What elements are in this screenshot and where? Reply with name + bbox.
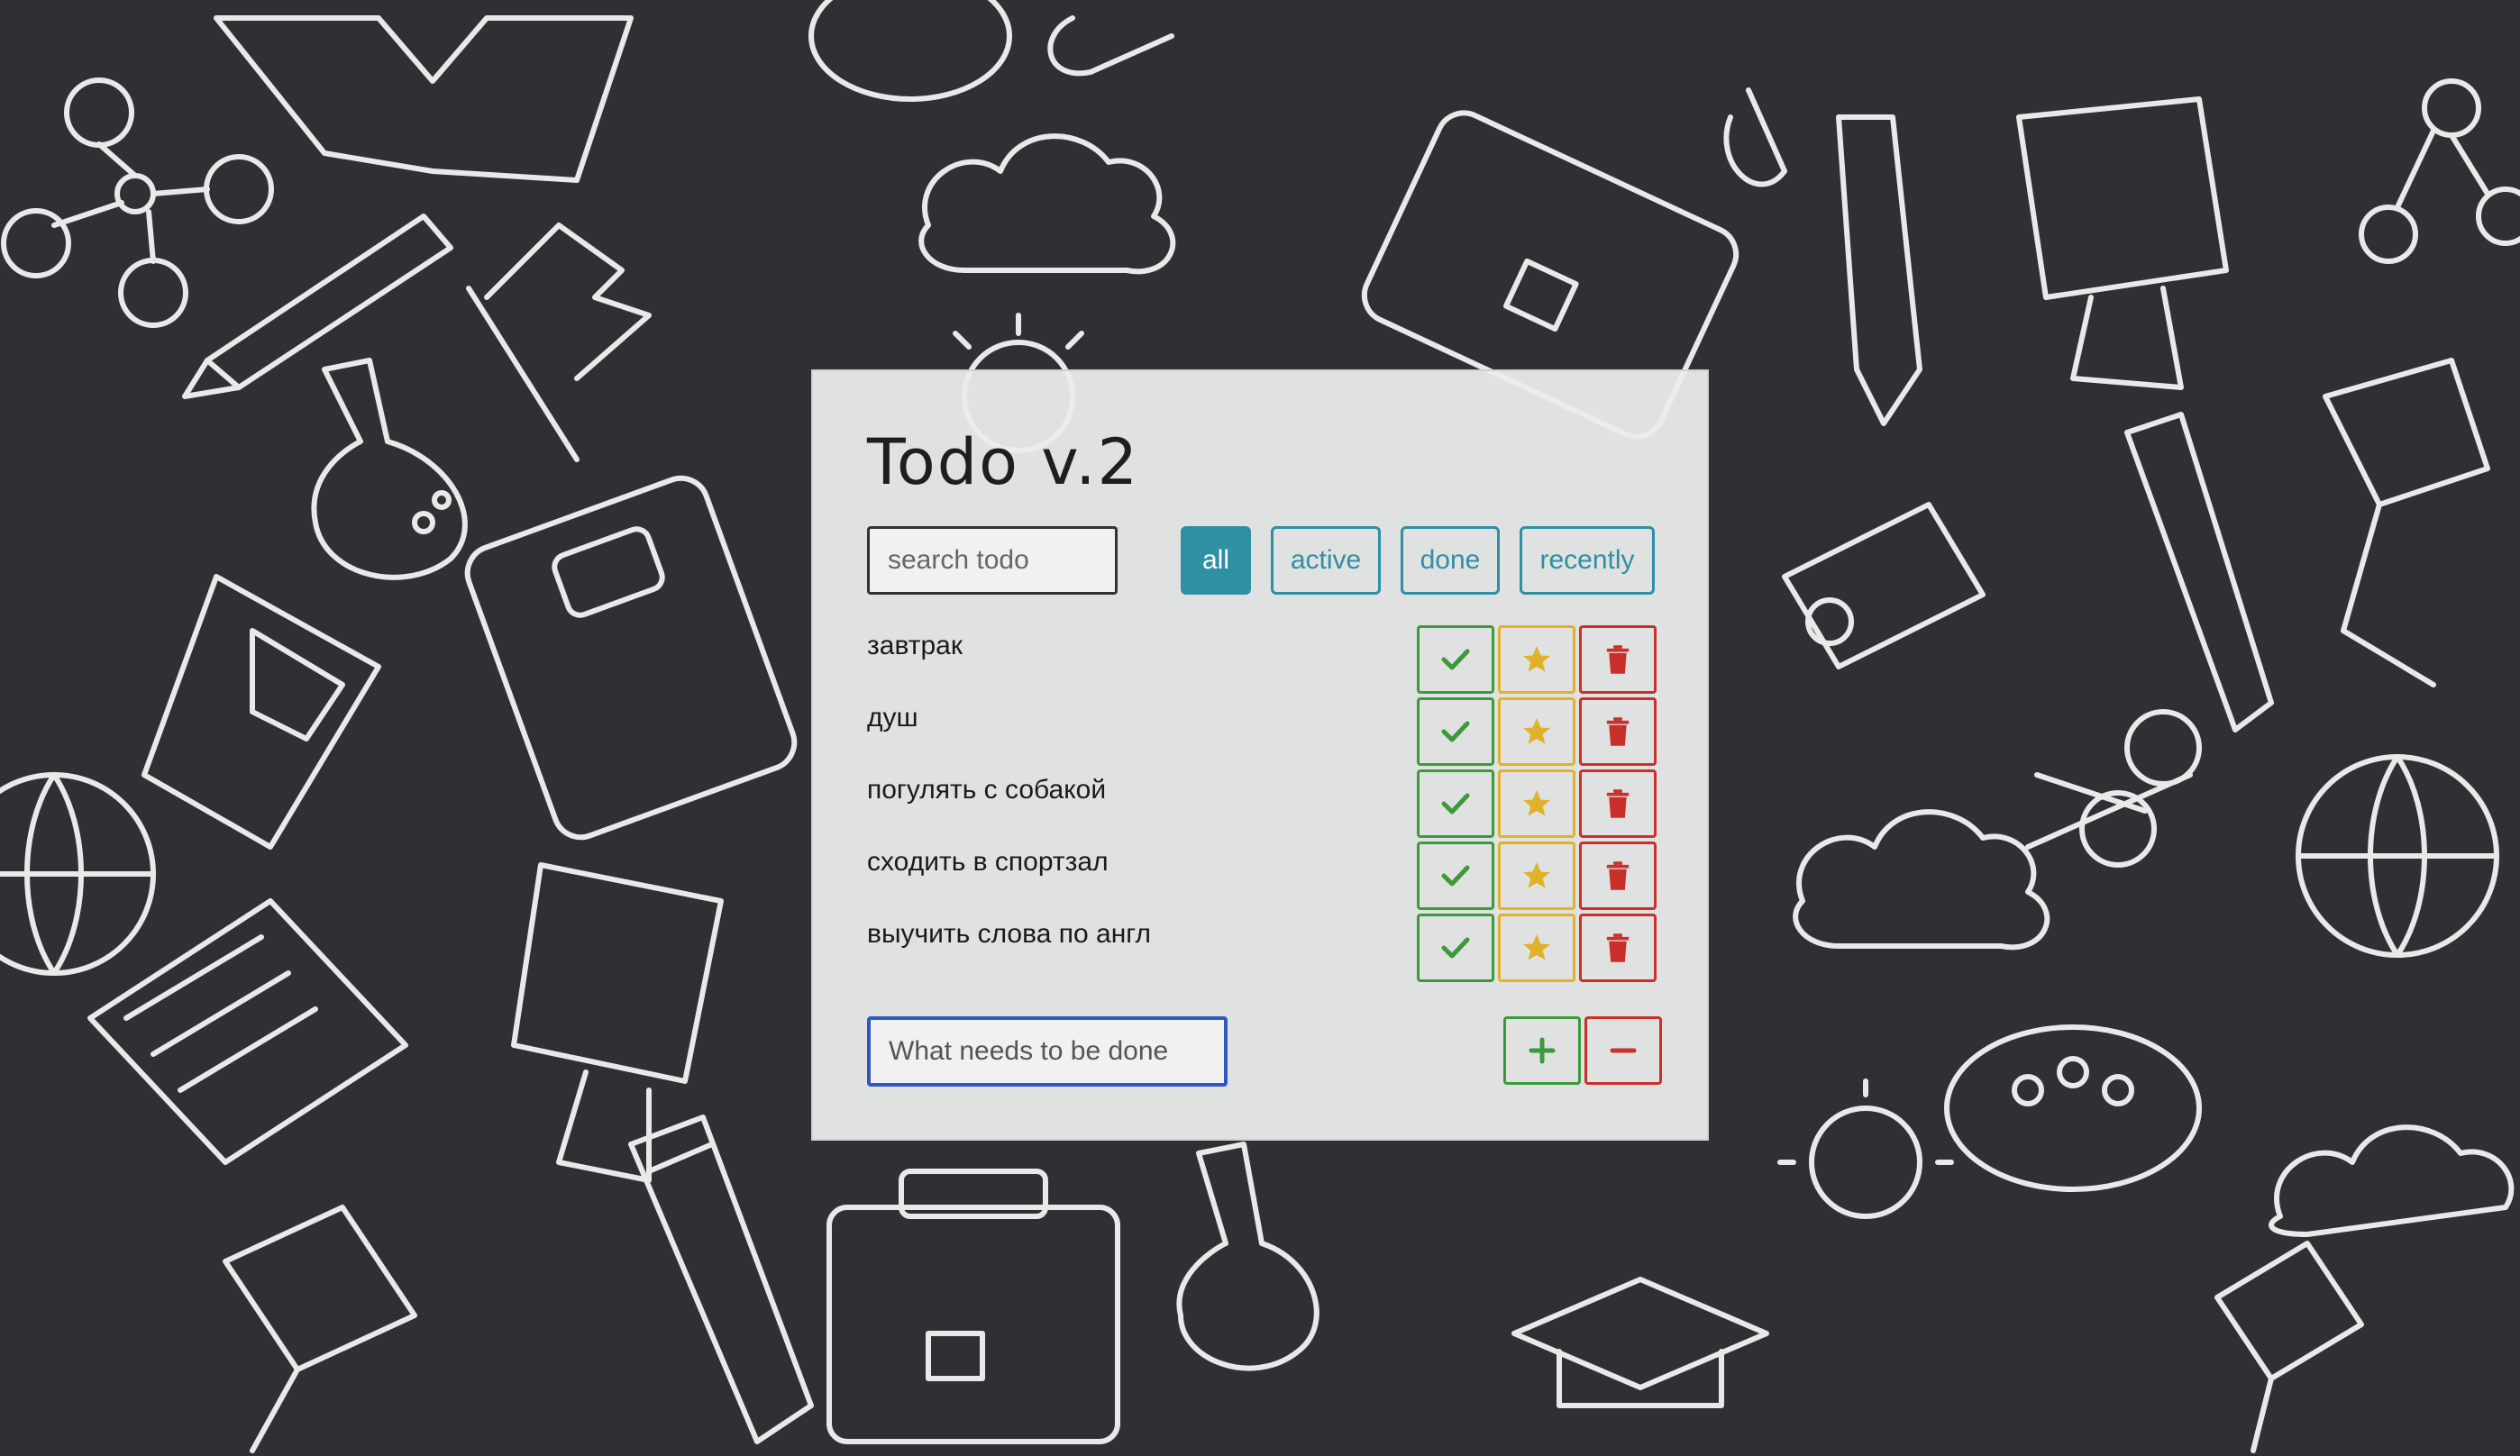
flask-doodle	[311, 358, 468, 580]
open-book-doodle	[87, 898, 408, 1165]
minus-icon	[1610, 1048, 1637, 1053]
delete-button[interactable]	[1579, 914, 1657, 982]
lamp-doodle-right	[2323, 358, 2490, 687]
star-icon	[1523, 790, 1550, 816]
todo-item: выучить слова по англ	[867, 914, 1660, 986]
mark-important-button[interactable]	[1498, 842, 1575, 910]
pencil-doodle-right	[2124, 412, 2274, 733]
sun-doodle-right	[1777, 1078, 1954, 1219]
trophy-doodle-right	[2016, 96, 2229, 390]
star-icon	[1523, 862, 1550, 888]
mark-important-button[interactable]	[1498, 769, 1575, 838]
todo-item: погулять с собакой	[867, 769, 1660, 842]
todo-label[interactable]: душ	[867, 703, 918, 733]
trash-icon	[1606, 717, 1630, 746]
cloud-doodle	[918, 133, 1176, 275]
todo-actions	[1417, 625, 1657, 694]
todo-actions	[1417, 697, 1657, 766]
search-input[interactable]	[867, 526, 1118, 595]
pen-doodle-right	[1836, 114, 1922, 426]
todo-item: душ	[867, 697, 1660, 769]
add-remove-actions	[1503, 1016, 1662, 1085]
todo-label[interactable]: сходить в спортзал	[867, 847, 1109, 878]
add-todo-button[interactable]	[1503, 1016, 1581, 1085]
filter-group: all active done recently	[1181, 526, 1655, 595]
trash-icon	[1606, 645, 1630, 674]
todo-label[interactable]: погулять с собакой	[867, 775, 1106, 805]
cloud-doodle-bottom	[2269, 1124, 2515, 1237]
molecule-doodle	[1, 77, 274, 328]
todo-item: сходить в спортзал	[867, 842, 1660, 914]
check-icon	[1441, 649, 1470, 670]
delete-button[interactable]	[1579, 769, 1657, 838]
filter-recently-button[interactable]: recently	[1520, 526, 1655, 595]
mark-done-button[interactable]	[1417, 697, 1494, 766]
star-icon	[1523, 718, 1550, 744]
mark-done-button[interactable]	[1417, 769, 1494, 838]
star-icon	[1523, 934, 1550, 960]
lamp-doodle	[223, 1205, 417, 1453]
todo-actions	[1417, 842, 1657, 910]
globe-doodle	[0, 772, 156, 976]
book-doodle-top	[214, 15, 634, 183]
plus-icon	[1529, 1037, 1556, 1064]
mark-done-button[interactable]	[1417, 625, 1494, 694]
briefcase-doodle-bottom	[826, 1169, 1120, 1444]
todo-label[interactable]: завтрак	[867, 631, 963, 661]
remove-todo-button[interactable]	[1584, 1016, 1662, 1085]
app-title: Todo v.2	[867, 425, 1139, 499]
todo-label[interactable]: выучить слова по англ	[867, 919, 1151, 950]
check-icon	[1441, 865, 1470, 887]
mark-important-button[interactable]	[1498, 625, 1575, 694]
molecule-doodle-right	[2359, 78, 2520, 264]
trash-icon	[1606, 789, 1630, 818]
delete-button[interactable]	[1579, 697, 1657, 766]
trash-icon	[1606, 861, 1630, 890]
paperclip-doodle	[1047, 15, 1787, 187]
todo-list: завтрак душ погулять с собакой сходить в…	[867, 625, 1660, 986]
pen-doodle	[182, 214, 453, 399]
new-todo-input[interactable]	[867, 1016, 1228, 1087]
trophy-doodle	[511, 862, 724, 1183]
todo-item: завтрак	[867, 625, 1660, 697]
pencil-doodle	[628, 1115, 814, 1444]
mark-done-button[interactable]	[1417, 842, 1494, 910]
check-icon	[1441, 721, 1470, 742]
flag-doodle	[466, 223, 652, 462]
microscope-doodle	[1782, 502, 1986, 669]
graduation-cap-doodle	[1511, 1277, 1769, 1408]
delete-button[interactable]	[1579, 842, 1657, 910]
flask-doodle-bottom	[1176, 1142, 1319, 1371]
check-icon	[1441, 793, 1470, 814]
mark-important-button[interactable]	[1498, 697, 1575, 766]
filter-done-button[interactable]: done	[1401, 526, 1500, 595]
todo-actions	[1417, 769, 1657, 838]
scissors-doodle	[2025, 709, 2202, 868]
check-icon	[1441, 937, 1470, 959]
star-icon	[1523, 646, 1550, 672]
notebook-doodle	[464, 475, 798, 841]
trash-icon	[1606, 933, 1630, 962]
mark-important-button[interactable]	[1498, 914, 1575, 982]
globe-doodle-right	[2296, 754, 2499, 958]
mark-done-button[interactable]	[1417, 914, 1494, 982]
filter-all-button[interactable]: all	[1181, 526, 1251, 595]
todo-card: Todo v.2 all active done recently завтра…	[811, 369, 1709, 1141]
lamp-doodle-bottom	[2214, 1241, 2364, 1453]
hourglass-doodle	[142, 574, 381, 850]
delete-button[interactable]	[1579, 625, 1657, 694]
todo-actions	[1417, 914, 1657, 982]
cloud-doodle-right	[1793, 809, 2050, 951]
filter-active-button[interactable]: active	[1271, 526, 1381, 595]
